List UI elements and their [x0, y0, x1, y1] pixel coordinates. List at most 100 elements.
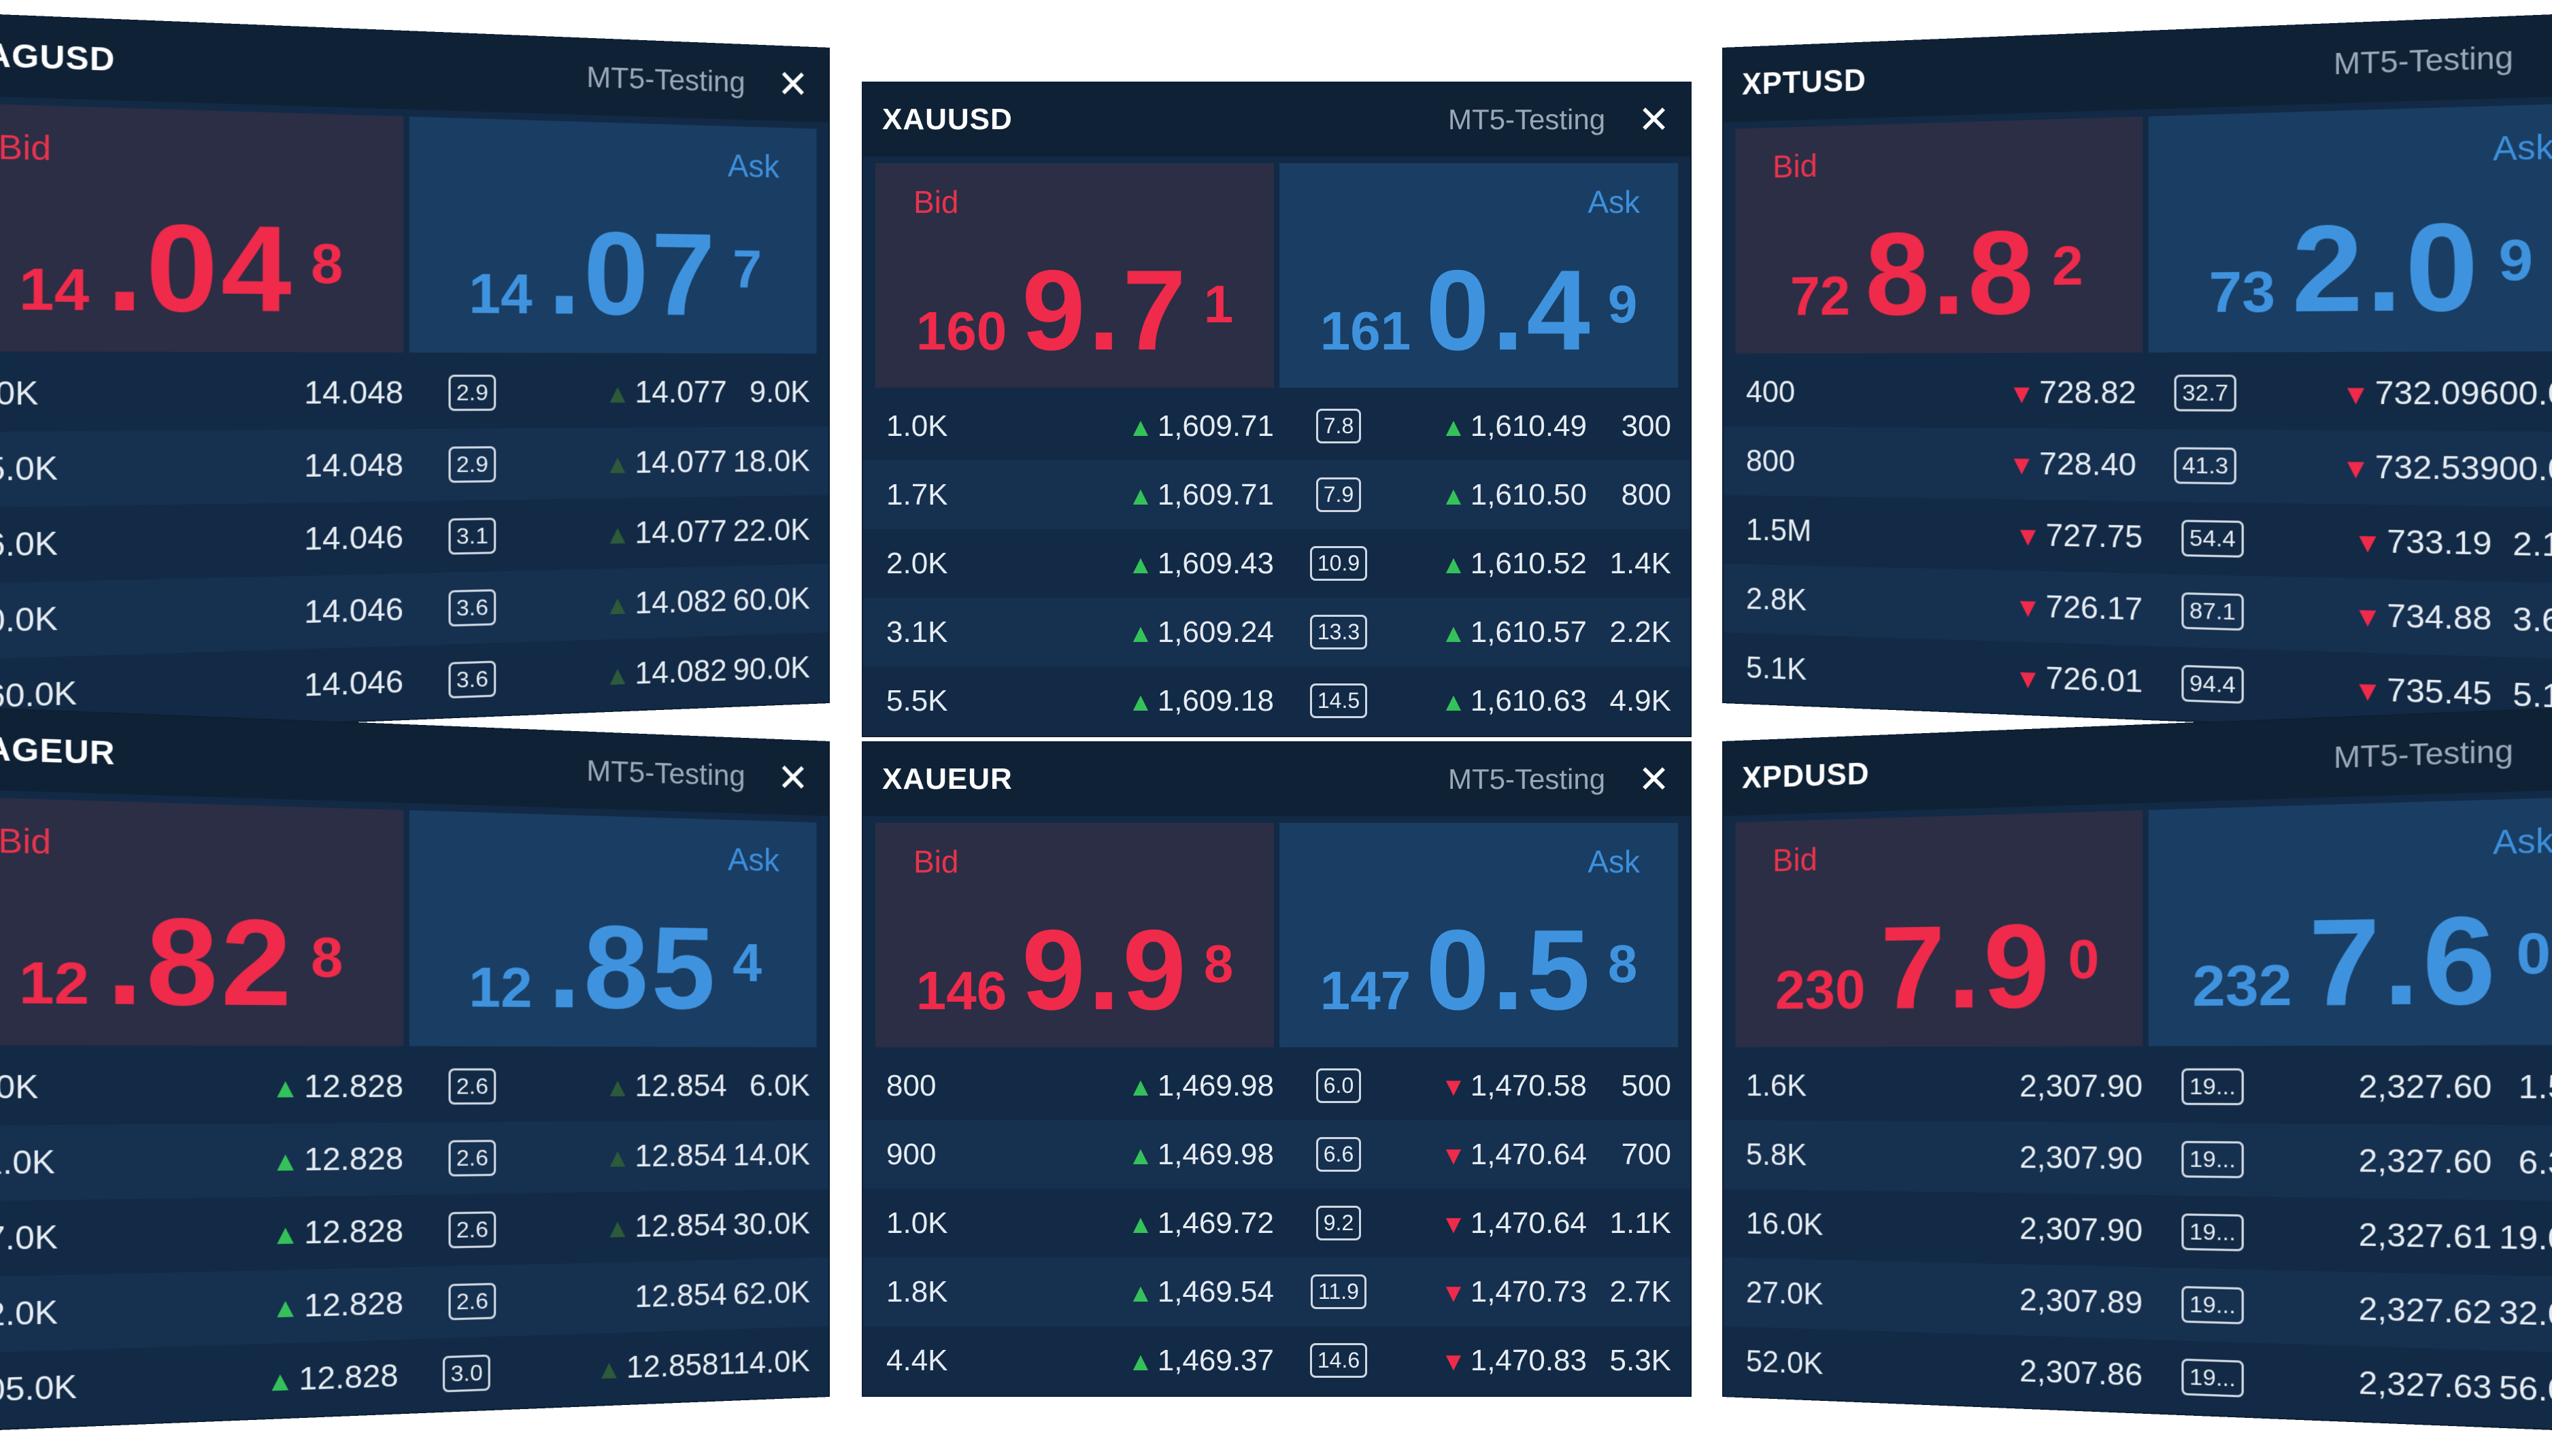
spread-cell: 2.6	[425, 1140, 518, 1177]
bid-level-price: 1,609.71	[1029, 478, 1294, 512]
depth-row[interactable]: 1.0K 1,469.72 9.2 1,470.64 1.1K	[863, 1189, 1690, 1257]
spread-cell: 19...	[2164, 1213, 2261, 1252]
account-label: MT5-Testing	[2334, 733, 2513, 775]
spread-cell: 32.7	[2158, 375, 2253, 411]
depth-row[interactable]: 2.0K 1,609.43 10.9 1,610.52 1.4K	[863, 529, 1690, 598]
depth-row[interactable]: 5.0K 12.828 2.6 12.854 6.0K	[0, 1049, 828, 1125]
bid-price: 146 9.9 8	[875, 904, 1274, 1036]
bid-level-price: 12.828	[132, 1140, 425, 1180]
bid-button[interactable]: Bid 146 9.9 8	[875, 823, 1274, 1047]
close-icon[interactable]: ✕	[1638, 760, 1670, 798]
ask-button[interactable]: Ask 14 .07 7	[409, 116, 817, 354]
ask-level-price: 735.45	[2261, 668, 2491, 713]
depth-row[interactable]: 7.0K 14.048 2.9 14.077 9.0K	[0, 356, 828, 432]
bid-price: 72 8.8 2	[1735, 203, 2143, 342]
bid-volume: 5.1K	[1746, 651, 1887, 690]
bid-volume: 800	[886, 1069, 1029, 1103]
spread-badge: 3.0	[443, 1355, 490, 1393]
ask-label: Ask	[728, 841, 779, 879]
close-icon[interactable]: ✕	[1638, 101, 1670, 139]
depth-row[interactable]: 900 1,469.98 6.6 1,470.64 700	[863, 1120, 1690, 1189]
depth-row[interactable]: 800 728.40 41.3 732.53 900.0K	[1724, 426, 2552, 508]
ask-button[interactable]: Ask 161 0.4 9	[1279, 163, 1678, 388]
depth-row[interactable]: 3.1K 1,609.24 13.3 1,610.57 2.2K	[863, 598, 1690, 666]
symbol-title: XPTUSD	[1742, 63, 1866, 102]
ask-level-price: 1,610.57	[1383, 615, 1587, 649]
panel-header[interactable]: XPTUSD MT5-Testing ✕	[1724, 14, 2552, 122]
depth-row[interactable]: 800 1,469.98 6.0 1,470.58 500	[863, 1051, 1690, 1120]
ask-level-price: 1,470.83	[1383, 1344, 1587, 1378]
ask-volume: 60.0K	[727, 581, 810, 618]
spread-badge: 7.9	[1316, 477, 1361, 512]
symbol-title: XAUUSD	[882, 103, 1013, 137]
depth-table: 800 1,469.98 6.0 1,470.58 500 900 1,469.…	[863, 1051, 1690, 1395]
ask-price-big-figure: 147	[1320, 960, 1411, 1022]
bid-volume: 800	[1746, 444, 1885, 480]
bid-label: Bid	[913, 184, 958, 220]
spread-cell: 7.9	[1294, 477, 1383, 512]
bid-volume: 2.0K	[886, 547, 1029, 581]
depth-row[interactable]: 400 728.82 32.7 732.09 600.0K	[1724, 356, 2552, 432]
depth-row[interactable]: 5.5K 1,609.18 14.5 1,610.63 4.9K	[863, 666, 1690, 735]
bid-button[interactable]: Bid 230 7.9 0	[1735, 810, 2143, 1047]
ask-price-fraction: 7	[733, 238, 762, 301]
bid-button[interactable]: Bid 72 8.8 2	[1735, 116, 2143, 354]
ask-level-price: 1,610.63	[1383, 684, 1587, 718]
depth-row[interactable]: 15.0K 14.048 2.9 14.077 18.0K	[0, 426, 828, 508]
bid-level-price: 1,469.54	[1029, 1275, 1294, 1309]
ask-label: Ask	[2493, 820, 2552, 862]
bid-level-price: 1,609.43	[1029, 547, 1294, 581]
depth-row[interactable]: 1.8K 1,469.54 11.9 1,470.73 2.7K	[863, 1257, 1690, 1326]
bid-volume: 400	[1746, 375, 1885, 409]
quote-area: Bid 160 9.7 1 Ask 161 0.4 9	[875, 163, 1678, 388]
panel-header[interactable]: XPDUSD MT5-Testing ✕	[1724, 707, 2552, 816]
ask-price-big-figure: 161	[1320, 300, 1411, 362]
ask-level-price: 12.854	[519, 1138, 727, 1175]
bid-button[interactable]: Bid 160 9.7 1	[875, 163, 1274, 388]
close-icon[interactable]: ✕	[777, 65, 809, 104]
ask-button[interactable]: Ask 12 .85 4	[409, 810, 817, 1047]
symbol-title: XAUEUR	[882, 762, 1013, 796]
spread-cell: 11.9	[1294, 1274, 1383, 1309]
panel-header[interactable]: XAGUSD MT5-Testing ✕	[0, 14, 828, 122]
bid-price-fraction: 2	[2052, 233, 2083, 298]
ask-button[interactable]: Ask 232 7.6 0	[2149, 796, 2552, 1046]
ask-price: 147 0.5 8	[1279, 904, 1678, 1036]
depth-row[interactable]: 1.6K 2,307.90 19... 2,327.60 1.5K	[1724, 1049, 2552, 1125]
spread-badge: 13.3	[1310, 615, 1367, 649]
bid-label: Bid	[913, 843, 958, 880]
ask-volume: 1.1K	[1587, 1206, 1671, 1240]
bid-volume: 1.6K	[1746, 1068, 1887, 1103]
panel-header-right: MT5-Testing ✕	[1448, 101, 1670, 139]
panel-header[interactable]: XAUEUR MT5-Testing ✕	[863, 743, 1690, 816]
ask-volume: 56.0K	[2492, 1369, 2552, 1410]
ask-level-price: 12.854	[519, 1277, 727, 1318]
ask-price: 12 .85 4	[409, 896, 817, 1036]
bid-price-fraction: 1	[1204, 273, 1233, 335]
ask-price-big-figure: 12	[469, 955, 532, 1021]
bid-button[interactable]: Bid 14 .04 8	[0, 103, 403, 352]
close-icon[interactable]: ✕	[777, 758, 809, 798]
panel-header[interactable]: XAGEUR MT5-Testing ✕	[0, 707, 828, 816]
ask-volume: 30.0K	[727, 1206, 810, 1242]
depth-row[interactable]: 1.0K 1,609.71 7.8 1,610.49 300	[863, 392, 1690, 460]
bid-price-big-figure: 230	[1775, 958, 1866, 1021]
depth-row[interactable]: 11.0K 12.828 2.6 12.854 14.0K	[0, 1120, 828, 1202]
ask-level-price: 12.854	[519, 1208, 727, 1247]
bid-level-price: 727.75	[1888, 515, 2165, 556]
depth-row[interactable]: 5.8K 2,307.90 19... 2,327.60 6.3K	[1724, 1120, 2552, 1202]
panel-header[interactable]: XAUUSD MT5-Testing ✕	[863, 83, 1690, 156]
ask-volume: 300	[1587, 409, 1671, 443]
bid-volume: 5.8K	[1746, 1138, 1887, 1174]
ask-price-fraction: 4	[733, 932, 762, 994]
bid-level-price: 12.828	[130, 1357, 420, 1404]
ask-level-price: 12.858	[513, 1347, 719, 1389]
depth-row[interactable]: 1.7K 1,609.71 7.9 1,610.50 800	[863, 460, 1690, 529]
ask-label: Ask	[1588, 184, 1640, 220]
bid-button[interactable]: Bid 12 .82 8	[0, 796, 403, 1046]
account-label: MT5-Testing	[2334, 39, 2513, 81]
depth-row[interactable]: 4.4K 1,469.37 14.6 1,470.83 5.3K	[863, 1326, 1690, 1395]
spread-cell: 2.6	[425, 1068, 518, 1105]
ask-button[interactable]: Ask 147 0.5 8	[1279, 823, 1678, 1047]
ask-button[interactable]: Ask 73 2.0 9	[2149, 103, 2552, 352]
